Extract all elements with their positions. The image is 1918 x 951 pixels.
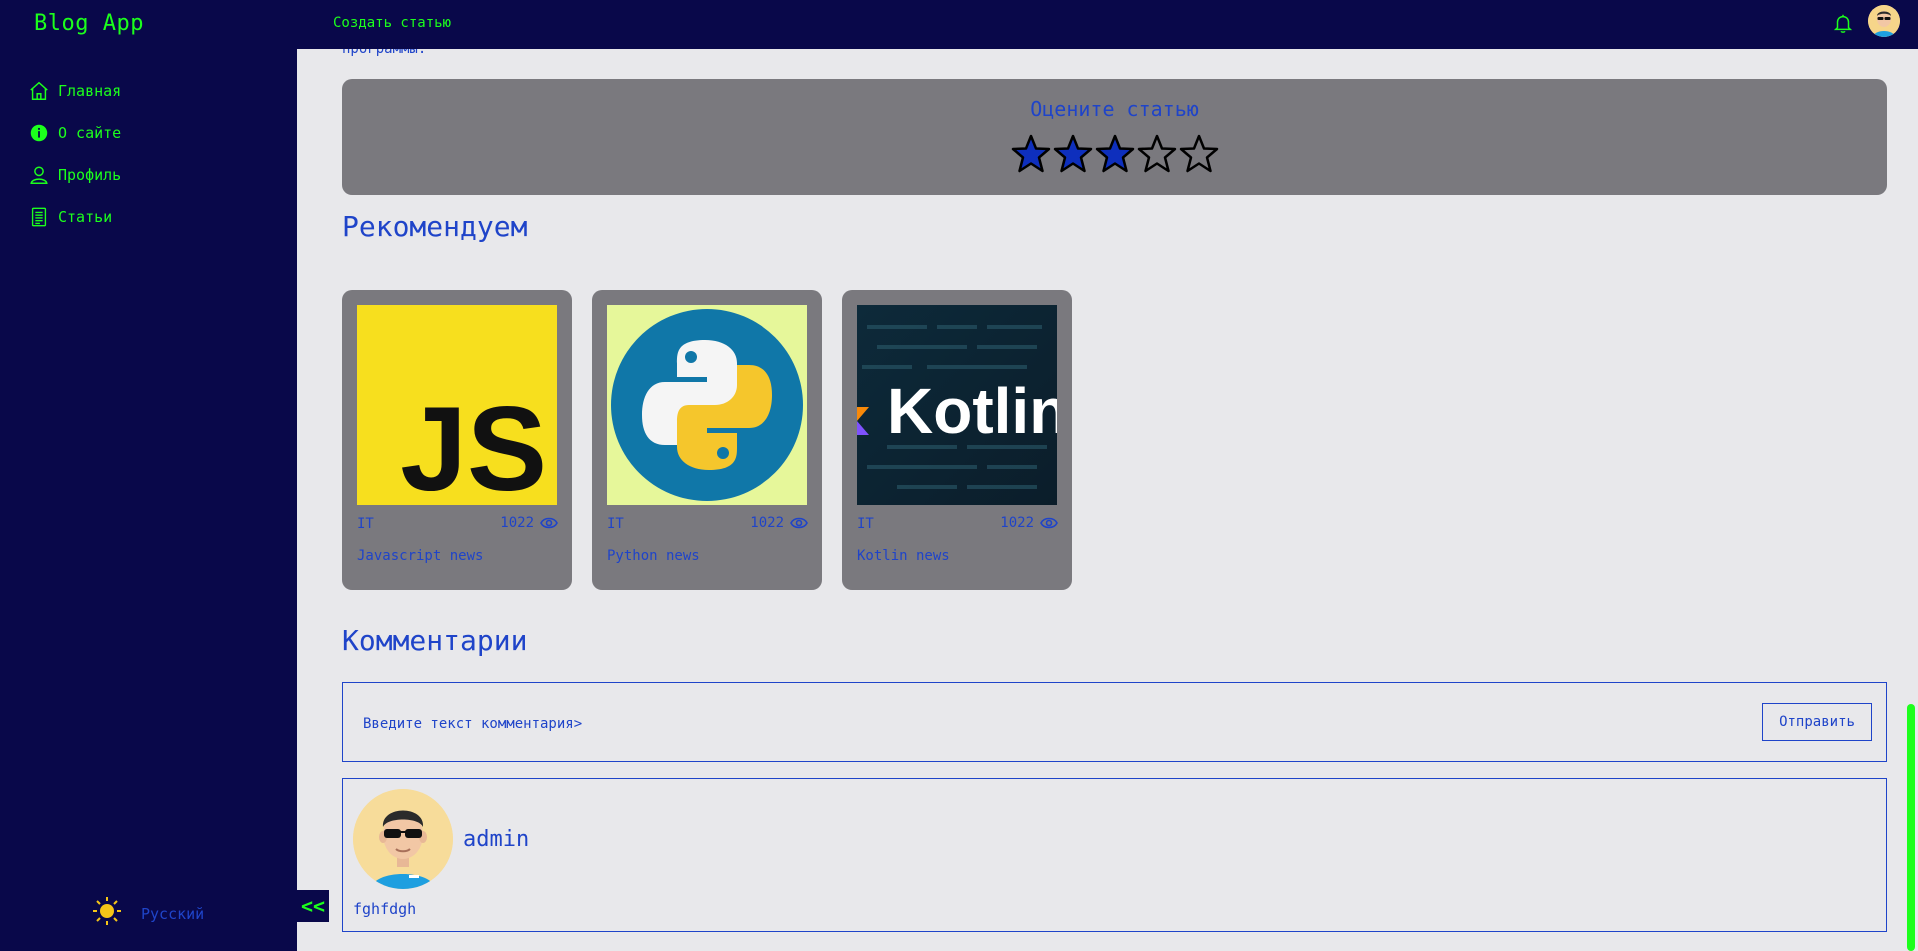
user-icon xyxy=(30,166,48,184)
star-icon[interactable] xyxy=(1137,134,1177,174)
star-rating xyxy=(1011,134,1219,174)
sidebar-item-label: О сайте xyxy=(58,124,122,142)
rating-card: Оцените статью xyxy=(342,79,1887,195)
star-icon[interactable] xyxy=(1179,134,1219,174)
rating-title: Оцените статью xyxy=(1030,97,1199,121)
app-logo: Blog App xyxy=(34,11,144,36)
star-icon[interactable] xyxy=(1095,134,1135,174)
card-views: 1022 xyxy=(500,515,558,531)
sun-icon[interactable] xyxy=(92,896,122,926)
sidebar-item-profile[interactable]: Профиль xyxy=(28,163,121,187)
card-title: Javascript news xyxy=(357,548,484,564)
document-icon xyxy=(31,207,47,227)
svg-text:JS: JS xyxy=(400,382,547,505)
card-views: 1022 xyxy=(750,515,808,531)
card-title: Kotlin news xyxy=(857,548,950,564)
article-card[interactable]: Kotlin IT 1022 Kotlin news xyxy=(842,290,1072,590)
star-icon[interactable] xyxy=(1011,134,1051,174)
star-icon[interactable] xyxy=(1053,134,1093,174)
avatar[interactable] xyxy=(353,789,453,889)
views-count: 1022 xyxy=(750,515,784,531)
card-views: 1022 xyxy=(1000,515,1058,531)
eye-icon xyxy=(1040,517,1058,529)
create-article-link[interactable]: Создать статью xyxy=(333,15,451,31)
comments-title: Комментарии xyxy=(342,624,528,657)
navbar: Blog App Создать статью xyxy=(0,0,1918,49)
sidebar-item-label: Главная xyxy=(58,82,122,100)
js-logo: JS xyxy=(357,305,557,505)
card-type: IT xyxy=(857,516,874,532)
sidebar-item-articles[interactable]: Статьи xyxy=(28,205,112,229)
sidebar-item-label: Статьи xyxy=(58,208,113,226)
language-switch[interactable]: Русский xyxy=(141,905,204,923)
bell-icon[interactable] xyxy=(1832,11,1854,35)
avatar[interactable] xyxy=(1868,5,1900,37)
sidebar-item-home[interactable]: Главная xyxy=(28,79,121,103)
scrollbar-thumb[interactable] xyxy=(1907,704,1915,951)
home-icon xyxy=(30,81,48,100)
sidebar: Главная О сайте Профиль Статьи Русский xyxy=(0,0,297,951)
eye-icon xyxy=(790,517,808,529)
card-type: IT xyxy=(357,516,374,532)
svg-text:Kotlin: Kotlin xyxy=(887,375,1057,447)
recommend-list: JS IT 1022 Javascript news IT 1022 Pytho… xyxy=(342,290,1072,590)
info-icon xyxy=(30,124,48,142)
main-content: программы. Оцените статью Рекомендуем JS… xyxy=(297,41,1903,951)
eye-icon xyxy=(540,517,558,529)
comment-input[interactable] xyxy=(363,713,1463,735)
card-type: IT xyxy=(607,516,624,532)
comment-card: admin fghfdgh xyxy=(342,778,1887,932)
sidebar-item-about[interactable]: О сайте xyxy=(28,121,121,145)
views-count: 1022 xyxy=(1000,515,1034,531)
recommend-title: Рекомендуем xyxy=(342,210,528,243)
comment-username[interactable]: admin xyxy=(463,827,529,852)
comment-text: fghfdgh xyxy=(353,900,417,918)
comment-form: Отправить xyxy=(342,682,1887,762)
kotlin-logo: Kotlin xyxy=(857,305,1057,505)
scrollbar[interactable] xyxy=(1903,49,1918,951)
article-card[interactable]: IT 1022 Python news xyxy=(592,290,822,590)
python-logo xyxy=(607,305,807,505)
send-comment-button[interactable]: Отправить xyxy=(1762,703,1872,741)
sidebar-item-label: Профиль xyxy=(58,166,122,184)
views-count: 1022 xyxy=(500,515,534,531)
card-title: Python news xyxy=(607,548,700,564)
article-card[interactable]: JS IT 1022 Javascript news xyxy=(342,290,572,590)
